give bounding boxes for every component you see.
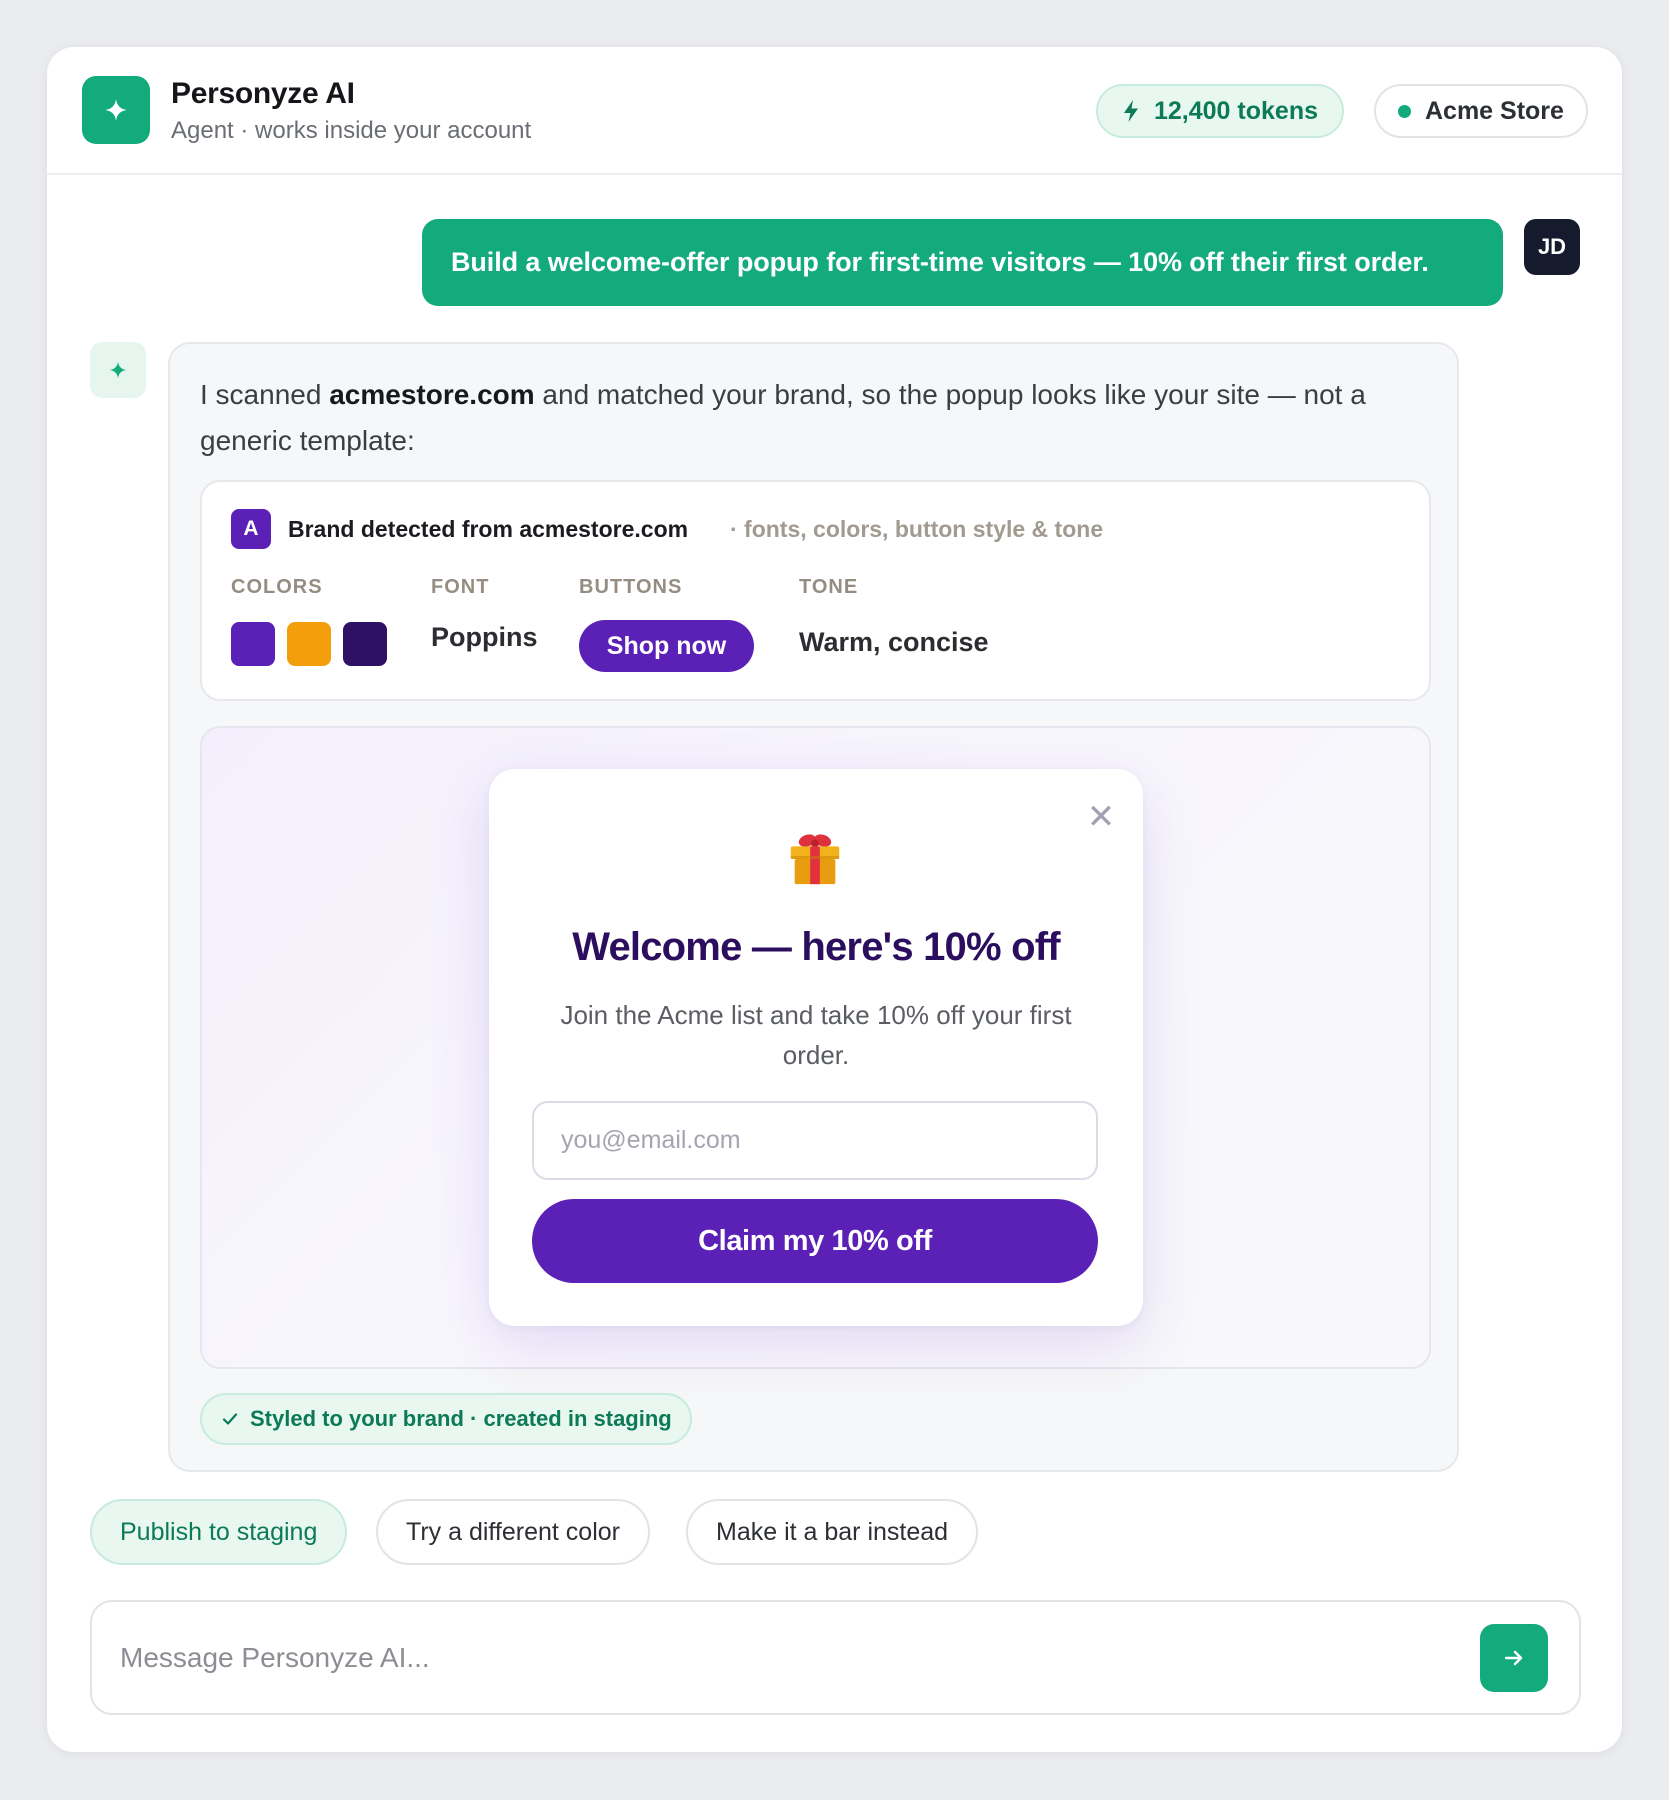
gift-icon <box>790 834 840 885</box>
lightning-icon <box>1124 100 1138 122</box>
buttons-label: BUTTONS <box>579 576 683 598</box>
assistant-message: I scanned acmestore.com and matched your… <box>168 342 1459 1472</box>
popup-preview-canvas: ✕ Welcome — here's 10% off Join the Acme… <box>200 726 1431 1369</box>
assistant-intro-text: I scanned acmestore.com and matched your… <box>200 372 1440 464</box>
color-swatch-dark <box>343 622 387 666</box>
intro-prefix: I scanned <box>200 379 330 410</box>
app-logo <box>82 76 150 144</box>
status-badge-text: Styled to your brand · created in stagin… <box>250 1406 672 1431</box>
brand-card-meta: · fonts, colors, button style & tone <box>730 516 1104 542</box>
chat-window: Personyze AI Agent · works inside your a… <box>46 46 1623 1753</box>
close-icon[interactable]: ✕ <box>1085 800 1117 834</box>
colors-label: COLORS <box>231 576 323 598</box>
popup-title: Welcome — here's 10% off <box>572 925 1060 969</box>
user-message: Build a welcome-offer popup for first-ti… <box>422 219 1503 306</box>
color-swatch-primary <box>231 622 275 666</box>
tone-label: TONE <box>799 576 859 598</box>
status-dot-icon <box>1398 104 1411 118</box>
color-swatch-accent <box>287 622 331 666</box>
token-count: 12,400 tokens <box>1154 96 1318 125</box>
message-composer <box>90 1600 1581 1715</box>
email-field[interactable] <box>532 1101 1098 1180</box>
store-name: Acme Store <box>1425 96 1564 125</box>
user-avatar: JD <box>1524 219 1580 275</box>
store-selector[interactable]: Acme Store <box>1374 84 1588 138</box>
publish-to-staging-button[interactable]: Publish to staging <box>90 1499 348 1565</box>
claim-offer-button[interactable]: Claim my 10% off <box>532 1199 1098 1283</box>
try-different-color-button[interactable]: Try a different color <box>376 1499 650 1565</box>
status-badge: Styled to your brand · created in stagin… <box>200 1393 692 1445</box>
brand-badge: A <box>231 509 271 549</box>
arrow-right-icon <box>1504 1650 1523 1666</box>
tone-value: Warm, concise <box>799 627 989 657</box>
sparkle-icon <box>109 361 127 379</box>
app-title: Personyze AI <box>171 77 355 110</box>
font-label: FONT <box>431 576 490 598</box>
brand-card-title: Brand detected from acmestore.com <box>288 516 689 542</box>
message-input[interactable] <box>120 1632 1320 1684</box>
popup-body: Join the Acme list and take 10% off your… <box>560 1000 1072 1070</box>
checkmark-icon <box>222 1413 238 1425</box>
make-bar-instead-button[interactable]: Make it a bar instead <box>686 1499 979 1565</box>
app-subtitle: Agent · works inside your account <box>171 117 532 144</box>
send-button[interactable] <box>1480 1624 1548 1692</box>
brand-detection-card: A Brand detected from acmestore.com · fo… <box>200 480 1431 701</box>
sample-shop-now-button: Shop now <box>579 620 754 672</box>
font-value: Poppins <box>431 622 538 652</box>
intro-domain: acmestore.com <box>329 379 535 410</box>
token-balance-badge[interactable]: 12,400 tokens <box>1096 84 1344 138</box>
welcome-popup: ✕ Welcome — here's 10% off Join the Acme… <box>489 769 1143 1326</box>
header: Personyze AI Agent · works inside your a… <box>47 47 1622 175</box>
assistant-avatar <box>90 342 146 398</box>
sparkle-icon <box>105 99 127 121</box>
